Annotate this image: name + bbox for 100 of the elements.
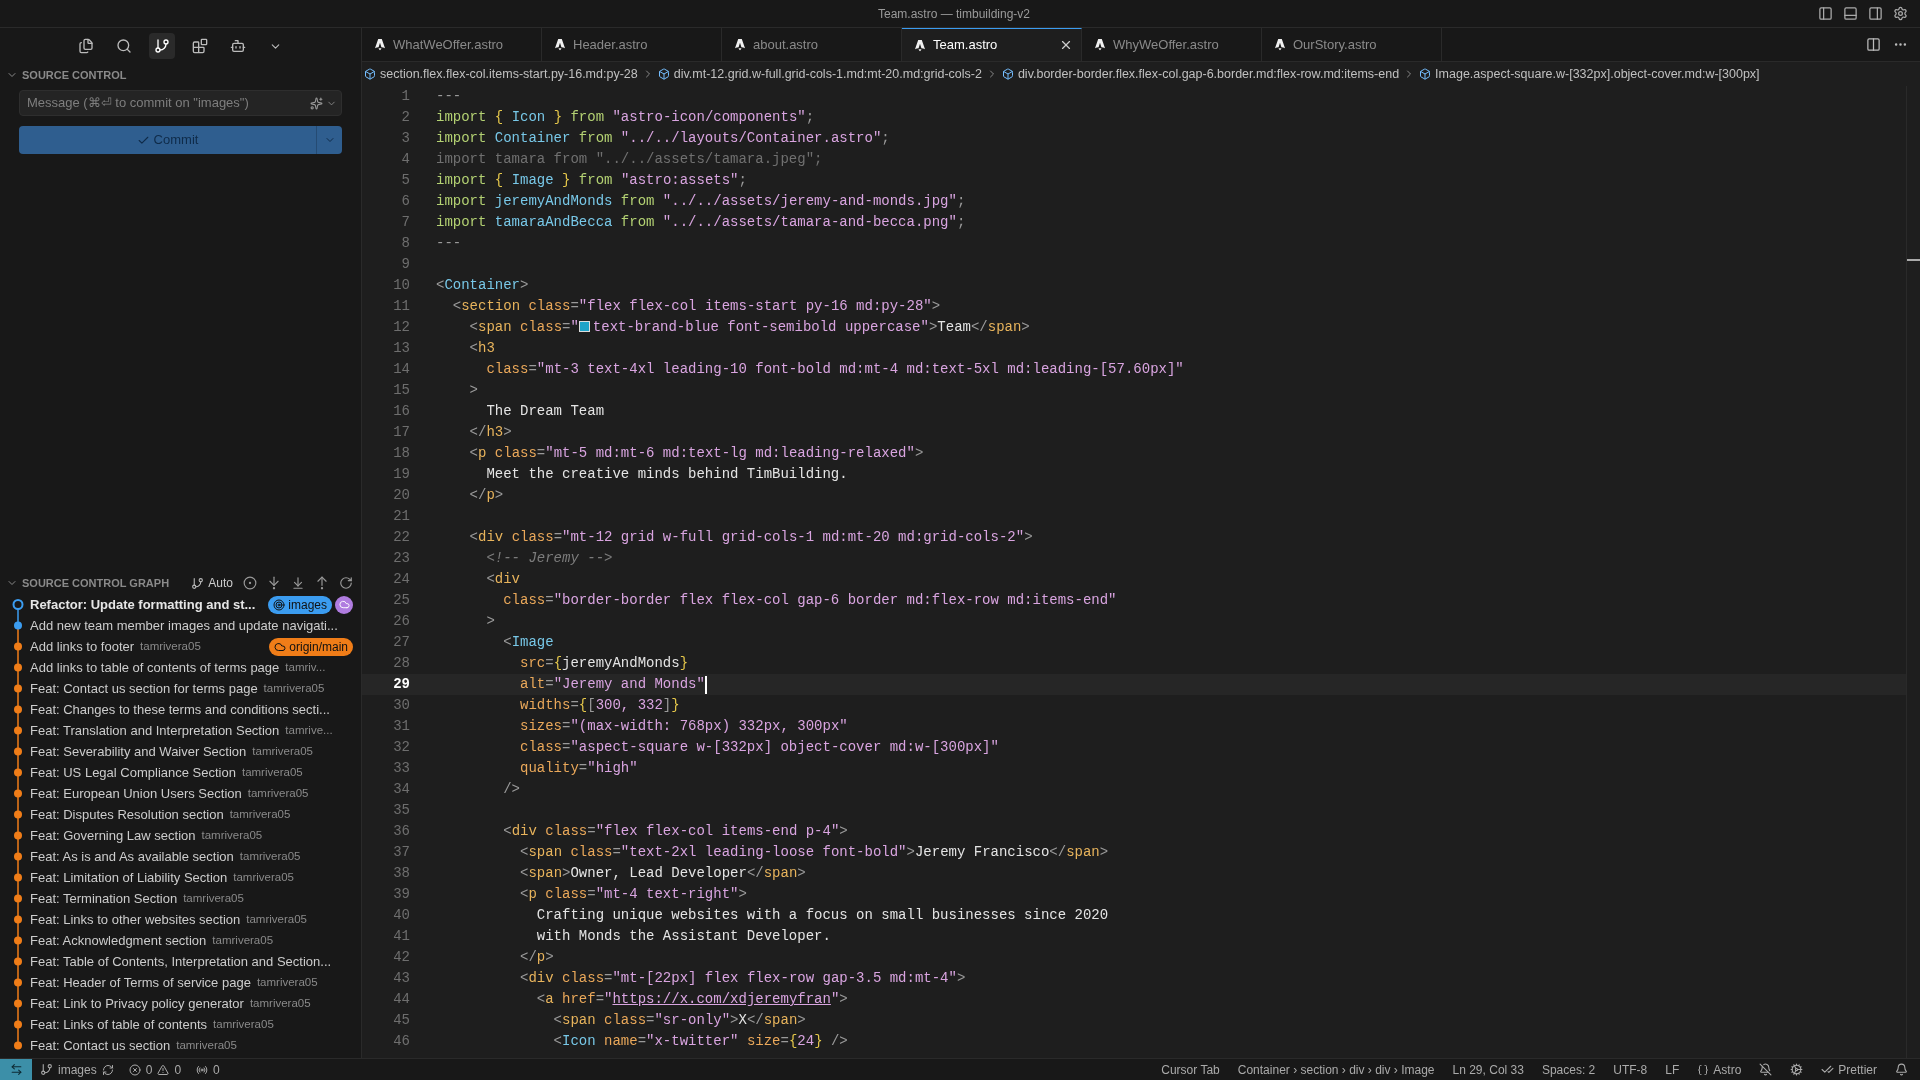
breadcrumb-item[interactable]: div.mt-12.grid.w-full.grid-cols-1.md:mt-20.md:grid-cols-2 — [673, 64, 982, 84]
push-icon[interactable] — [315, 576, 329, 590]
settings-icon[interactable] — [1893, 6, 1908, 21]
line-number: 14 — [392, 360, 410, 379]
commit-message[interactable]: Feat: Contact us section — [30, 1035, 171, 1056]
editor-tab[interactable]: Team.astro — [902, 28, 1082, 61]
breadcrumb-item[interactable]: section.flex.flex-col.items-start.py-16.md:py-28 — [380, 64, 638, 84]
commit-author: tamrivera05 — [213, 1016, 274, 1032]
editor-tab[interactable]: OurStory.astro — [1262, 28, 1442, 61]
line-number: 11 — [392, 297, 410, 316]
section-header[interactable]: SOURCE CONTROL — [22, 66, 127, 84]
section-header[interactable]: SOURCE CONTROL GRAPH — [22, 574, 170, 592]
warning-count[interactable]: 0 — [174, 1060, 182, 1079]
commit-message[interactable]: Feat: Table of Contents, Interpretation and Section... — [30, 951, 332, 972]
commit-message[interactable]: Feat: Links to other websites section — [30, 909, 241, 930]
pull-icon[interactable] — [291, 576, 305, 590]
line-number: 27 — [392, 633, 410, 652]
line-number: 7 — [400, 213, 410, 232]
warning-icon[interactable] — [157, 1063, 170, 1076]
commit-message[interactable]: Feat: Acknowledgment section — [30, 930, 207, 951]
code-line: import jeremyAndMonds from "../../assets/jeremy-and-monds.jpg"; — [436, 192, 966, 211]
commit-message[interactable]: Add links to footer — [30, 636, 135, 657]
astro-file-icon — [914, 38, 926, 52]
commit-message[interactable]: Feat: Severability and Waiver Section — [30, 741, 247, 762]
cube-icon — [1001, 68, 1014, 80]
code-line: --- — [436, 87, 462, 106]
commit-message-field[interactable]: Message (⌘⏎ to commit on "images") — [19, 90, 342, 116]
close-icon[interactable] — [1059, 38, 1073, 52]
sparkles-icon[interactable] — [310, 96, 323, 110]
status-item[interactable]: Spaces: 2 — [1541, 1060, 1596, 1079]
cloud-icon — [338, 599, 350, 610]
fetch-icon[interactable] — [267, 576, 281, 590]
code-line: /> — [502, 780, 520, 799]
commit-message[interactable]: Feat: Disputes Resolution section — [30, 804, 224, 825]
commit-message[interactable]: Feat: As is and As available section — [30, 846, 234, 867]
commit-message[interactable]: Feat: Governing Law section — [30, 825, 196, 846]
formatter-status[interactable]: Prettier — [1838, 1060, 1877, 1079]
error-icon[interactable] — [128, 1063, 141, 1076]
cube-icon — [657, 68, 670, 80]
commit-message[interactable]: Feat: Contact us section for terms page — [30, 678, 258, 699]
error-count[interactable]: 0 — [145, 1060, 153, 1079]
commit-author: tamrivera05 — [241, 764, 303, 780]
commit-author: tamrivera05 — [176, 1037, 237, 1053]
astro-file-icon — [1274, 38, 1286, 51]
line-number: 46 — [392, 1032, 410, 1051]
toggle-panel-icon[interactable] — [1843, 6, 1858, 21]
commit-message[interactable]: Feat: Limitation of Liability Section — [30, 867, 228, 888]
line-number: 23 — [392, 549, 410, 568]
notifications-off-icon[interactable] — [1759, 1063, 1773, 1076]
breadcrumb-item[interactable]: div.border-border.flex.flex-col.gap-6.border.md:flex-row.md:items-end — [1017, 64, 1400, 84]
language-mode[interactable]: Astro — [1713, 1060, 1742, 1079]
code-line: <span class=" text-brand-blue font-semibold uppercase">Team</span> — [468, 318, 1030, 337]
line-number: 44 — [392, 990, 410, 1009]
code-line: <Image — [502, 633, 554, 652]
bell-icon[interactable] — [1895, 1063, 1908, 1076]
status-item[interactable]: Cursor Tab — [1161, 1060, 1220, 1079]
code-line: <p class="mt-5 md:mt-6 md:text-lg md:leading-relaxed"> — [468, 444, 924, 463]
ports-count[interactable]: 0 — [213, 1060, 220, 1079]
branch-icon[interactable] — [40, 1063, 53, 1076]
commit-message[interactable]: Feat: Header of Terms of service page — [30, 972, 251, 993]
commit-message[interactable]: Feat: Link to Privacy policy generator — [30, 993, 244, 1014]
double-check-icon[interactable] — [1821, 1063, 1835, 1076]
status-item[interactable]: Container › section › div › div › Image — [1237, 1060, 1435, 1079]
editor-tab[interactable]: WhatWeOffer.astro — [362, 28, 542, 61]
astro-file-icon — [734, 38, 746, 51]
commit-message[interactable]: Add new team member images and update navigati... — [30, 615, 338, 636]
editor-tab[interactable]: Header.astro — [542, 28, 722, 61]
commit-message[interactable]: Feat: Termination Section — [30, 888, 178, 909]
commit-author: tamrivera05 — [212, 932, 274, 948]
status-item[interactable]: UTF-8 — [1613, 1060, 1648, 1079]
status-item[interactable]: LF — [1665, 1060, 1680, 1079]
commit-message[interactable]: Feat: Translation and Interpretation Section — [30, 720, 280, 741]
branch-name[interactable]: images — [58, 1060, 97, 1079]
remote-button[interactable] — [0, 1059, 32, 1080]
branch-icon[interactable] — [191, 576, 205, 590]
code-line: <a href="https://x.com/xdjeremyfran"> — [535, 990, 848, 1009]
toggle-sidebar-icon[interactable] — [1818, 6, 1833, 21]
line-number: 36 — [392, 822, 410, 841]
commit-message[interactable]: Feat: European Union Users Section — [30, 783, 242, 804]
target-icon[interactable] — [243, 576, 257, 590]
toggle-secondary-sidebar-icon[interactable] — [1868, 6, 1883, 21]
braces-icon[interactable] — [1697, 1063, 1710, 1076]
status-item[interactable]: Ln 29, Col 33 — [1452, 1060, 1524, 1079]
line-number: 15 — [392, 381, 410, 400]
commit-message[interactable]: Refactor: Update formatting and st... — [30, 594, 256, 615]
ports-icon[interactable] — [196, 1063, 209, 1076]
branch-mode-label[interactable]: Auto — [208, 574, 233, 592]
line-number: 43 — [392, 969, 410, 988]
commit-message[interactable]: Add links to table of contents of terms page — [30, 657, 280, 678]
commit-message[interactable]: Feat: Links of table of contents — [30, 1014, 208, 1035]
gear-icon[interactable] — [1790, 1063, 1804, 1076]
editor-tab[interactable]: WhyWeOffer.astro — [1082, 28, 1262, 61]
breadcrumb-item[interactable]: Image.aspect-square.w-[332px].object-cover.md:w-[300px] — [1435, 64, 1760, 84]
source-control-tab[interactable] — [148, 33, 175, 59]
commit-message[interactable]: Feat: US Legal Compliance Section — [30, 762, 236, 783]
commit-message[interactable]: Feat: Changes to these terms and conditions secti... — [30, 699, 330, 720]
sync-icon[interactable] — [101, 1063, 114, 1076]
refresh-icon[interactable] — [339, 576, 353, 590]
astro-file-icon — [374, 38, 386, 51]
split-editor-icon[interactable] — [1866, 37, 1881, 52]
